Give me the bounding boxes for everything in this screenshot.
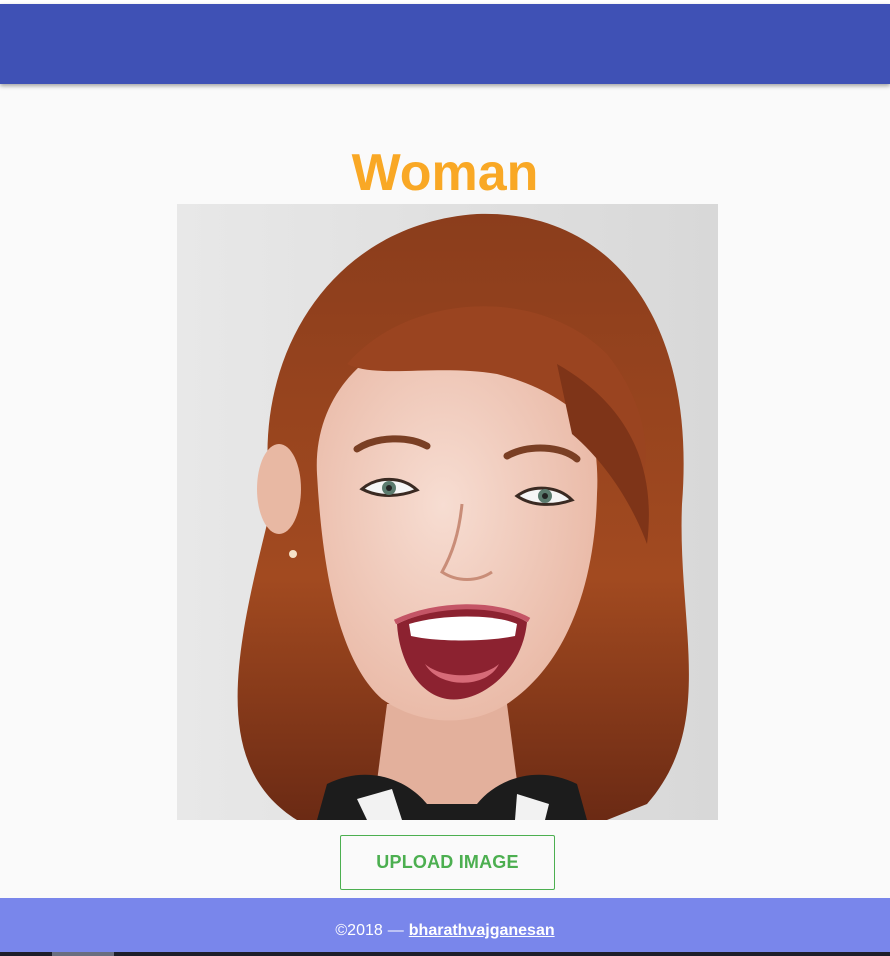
page: Woman UPLOAD IMAGE ©2018 — bharathvajgan… [0,0,890,956]
prediction-label: Woman [351,144,539,202]
window-bottom-edge [0,952,890,956]
author-link[interactable]: bharathvajganesan [409,922,555,940]
upload-image-button[interactable]: UPLOAD IMAGE [340,835,555,890]
taskbar-tab [52,952,114,956]
app-bar [0,4,890,84]
copyright-text: ©2018 [335,922,383,939]
separator-dash: — [387,922,404,939]
uploaded-photo [177,204,718,820]
footer: ©2018 — bharathvajganesan [0,898,890,952]
